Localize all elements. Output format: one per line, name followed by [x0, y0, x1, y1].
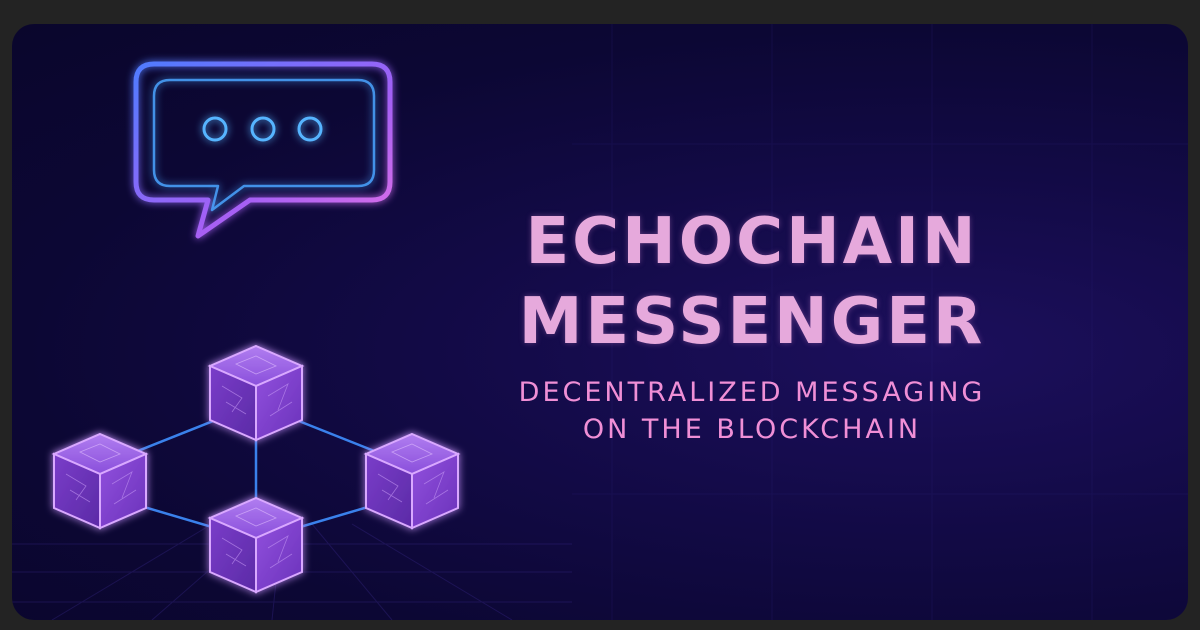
chat-bubble-icon — [133, 61, 393, 239]
subtitle-line-1: DECENTRALIZED MESSAGING — [518, 377, 986, 408]
block-cube-top — [209, 345, 303, 441]
block-cube-left — [53, 433, 147, 529]
subtitle-line-2: ON THE BLOCKCHAIN — [582, 414, 922, 445]
block-cube-bottom — [209, 497, 303, 593]
title-line-2: MESSENGER — [518, 285, 986, 359]
banner-card: ECHOCHAIN MESSENGER DECENTRALIZED MESSAG… — [12, 24, 1188, 620]
title-line-1: ECHOCHAIN — [525, 205, 979, 279]
block-cube-right — [365, 433, 459, 529]
screenshot-frame: ECHOCHAIN MESSENGER DECENTRALIZED MESSAG… — [0, 0, 1200, 630]
